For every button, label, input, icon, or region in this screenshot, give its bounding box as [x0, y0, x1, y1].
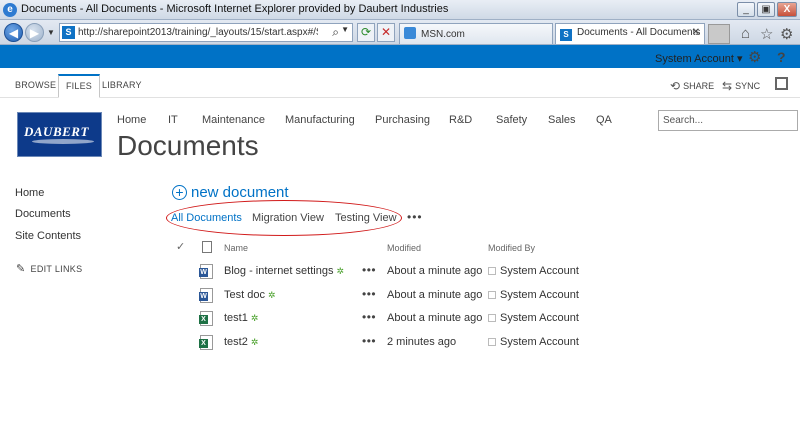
sync-icon: ⇆	[722, 79, 733, 93]
close-window-button[interactable]: X	[777, 2, 797, 17]
focus-mode-icon[interactable]	[775, 77, 788, 90]
user-menu[interactable]: System Account ▾	[655, 52, 742, 65]
table-row[interactable]: W Blog - internet settings ✲ ••• About a …	[0, 263, 800, 288]
address-dropdown-icon[interactable]: ▼	[341, 25, 349, 34]
column-header-modified[interactable]: Modified	[387, 243, 421, 253]
topnav-manufacturing[interactable]: Manufacturing	[285, 114, 355, 126]
topnav-sales[interactable]: Sales	[548, 114, 576, 126]
leftnav-home[interactable]: Home	[15, 187, 44, 199]
tab-close-icon[interactable]: ✕	[692, 27, 700, 38]
excel-file-icon: X	[199, 311, 213, 326]
leftnav-documents[interactable]: Documents	[15, 208, 71, 220]
share-icon: ⟲	[670, 79, 681, 93]
new-document-button[interactable]: + new document	[172, 184, 289, 201]
word-file-icon: W	[199, 264, 213, 279]
red-annotation-oval	[166, 200, 402, 236]
ribbon-tab-browse[interactable]: BROWSE	[15, 80, 56, 90]
address-url[interactable]: http://sharepoint2013/training/_layouts/…	[78, 27, 318, 38]
topnav-home[interactable]: Home	[117, 114, 146, 126]
tab-documents[interactable]: S Documents - All Documents ✕	[555, 23, 705, 44]
sharepoint-tab-icon: S	[560, 29, 572, 41]
views-more-button[interactable]: •••	[407, 210, 423, 224]
file-name-link[interactable]: Test doc ✲	[224, 289, 276, 301]
ribbon-tab-files[interactable]: FILES	[58, 74, 100, 98]
presence-icon	[488, 291, 496, 299]
file-type-header-icon	[202, 241, 212, 253]
sync-button[interactable]: ⇆ SYNC	[722, 79, 760, 93]
new-tab-button[interactable]	[708, 24, 730, 44]
site-search-box[interactable]	[658, 110, 798, 131]
row-menu-button[interactable]: •••	[362, 287, 376, 301]
new-item-icon: ✲	[250, 313, 259, 323]
file-name-link[interactable]: test2 ✲	[224, 336, 258, 348]
file-name-link[interactable]: test1 ✲	[224, 312, 258, 324]
logo-swoosh	[32, 139, 94, 144]
table-row[interactable]: X test2 ✲ ••• 2 minutes ago System Accoun…	[0, 334, 800, 359]
refresh-icon[interactable]: ⟳	[357, 23, 375, 42]
site-logo[interactable]: DAUBERT	[17, 112, 102, 157]
window-title: Documents - All Documents - Microsoft In…	[21, 3, 449, 15]
stop-icon[interactable]: ✕	[377, 23, 395, 42]
modified-cell: 2 minutes ago	[387, 336, 457, 348]
ribbon: System Account ▾ ⚙ ? BROWSE FILES LIBRAR…	[0, 49, 800, 98]
ie-logo-icon: e	[3, 3, 17, 17]
topnav-qa[interactable]: QA	[596, 114, 612, 126]
modified-cell: About a minute ago	[387, 289, 483, 301]
modified-by-link[interactable]: System Account	[500, 289, 579, 301]
new-item-icon: ✲	[336, 266, 344, 276]
row-menu-button[interactable]: •••	[362, 263, 376, 277]
topnav-maintenance[interactable]: Maintenance	[202, 114, 265, 126]
back-button[interactable]: ◀	[4, 23, 23, 42]
msn-favicon-icon	[404, 27, 416, 39]
presence-icon	[488, 314, 496, 322]
history-dropdown-icon[interactable]: ▼	[47, 28, 55, 37]
file-name-link[interactable]: Blog - internet settings ✲	[224, 265, 344, 277]
presence-icon	[488, 338, 496, 346]
modified-cell: About a minute ago	[387, 265, 483, 277]
new-item-icon: ✲	[250, 337, 259, 347]
address-bar[interactable]: S http://sharepoint2013/training/_layout…	[59, 23, 353, 42]
maximize-button[interactable]: ▣	[757, 2, 775, 17]
select-all-checkmark-icon[interactable]: ✓	[176, 240, 185, 253]
tools-gear-icon[interactable]: ⚙	[780, 25, 793, 43]
home-icon[interactable]: ⌂	[741, 25, 750, 42]
address-search-icon[interactable]: ⌕	[332, 25, 339, 40]
modified-by-link[interactable]: System Account	[500, 265, 579, 277]
browser-navbar: ◀ ▶ ▼ S http://sharepoint2013/training/_…	[0, 20, 800, 45]
minimize-button[interactable]: _	[737, 2, 755, 17]
word-file-icon: W	[199, 288, 213, 303]
topnav-rnd[interactable]: R&D	[449, 114, 472, 126]
share-button[interactable]: ⟲ SHARE	[670, 79, 714, 93]
row-menu-button[interactable]: •••	[362, 334, 376, 348]
favorites-star-icon[interactable]: ☆	[760, 25, 773, 43]
topnav-purchasing[interactable]: Purchasing	[375, 114, 430, 126]
modified-by-link[interactable]: System Account	[500, 336, 579, 348]
leftnav-site-contents[interactable]: Site Contents	[15, 230, 81, 242]
settings-gear-icon[interactable]: ⚙	[748, 48, 761, 66]
search-input[interactable]	[659, 111, 779, 130]
modified-by-link[interactable]: System Account	[500, 312, 579, 324]
topnav-safety[interactable]: Safety	[496, 114, 527, 126]
ribbon-tab-library[interactable]: LIBRARY	[102, 80, 142, 90]
new-item-icon: ✲	[267, 290, 276, 300]
table-row[interactable]: X test1 ✲ ••• About a minute ago System A…	[0, 310, 800, 335]
presence-icon	[488, 267, 496, 275]
topnav-it[interactable]: IT	[168, 114, 178, 126]
column-header-name[interactable]: Name	[224, 243, 248, 253]
plus-circle-icon: +	[172, 185, 187, 200]
window-titlebar: e Documents - All Documents - Microsoft …	[0, 0, 800, 20]
help-icon[interactable]: ?	[777, 49, 786, 65]
page-title: Documents	[117, 130, 259, 161]
tab-msn[interactable]: MSN.com	[399, 23, 553, 44]
table-row[interactable]: W Test doc ✲ ••• About a minute ago Syste…	[0, 287, 800, 312]
excel-file-icon: X	[199, 335, 213, 350]
modified-cell: About a minute ago	[387, 312, 483, 324]
column-header-modified-by[interactable]: Modified By	[488, 243, 535, 253]
forward-button[interactable]: ▶	[25, 23, 44, 42]
sharepoint-favicon-icon: S	[62, 26, 75, 39]
row-menu-button[interactable]: •••	[362, 310, 376, 324]
